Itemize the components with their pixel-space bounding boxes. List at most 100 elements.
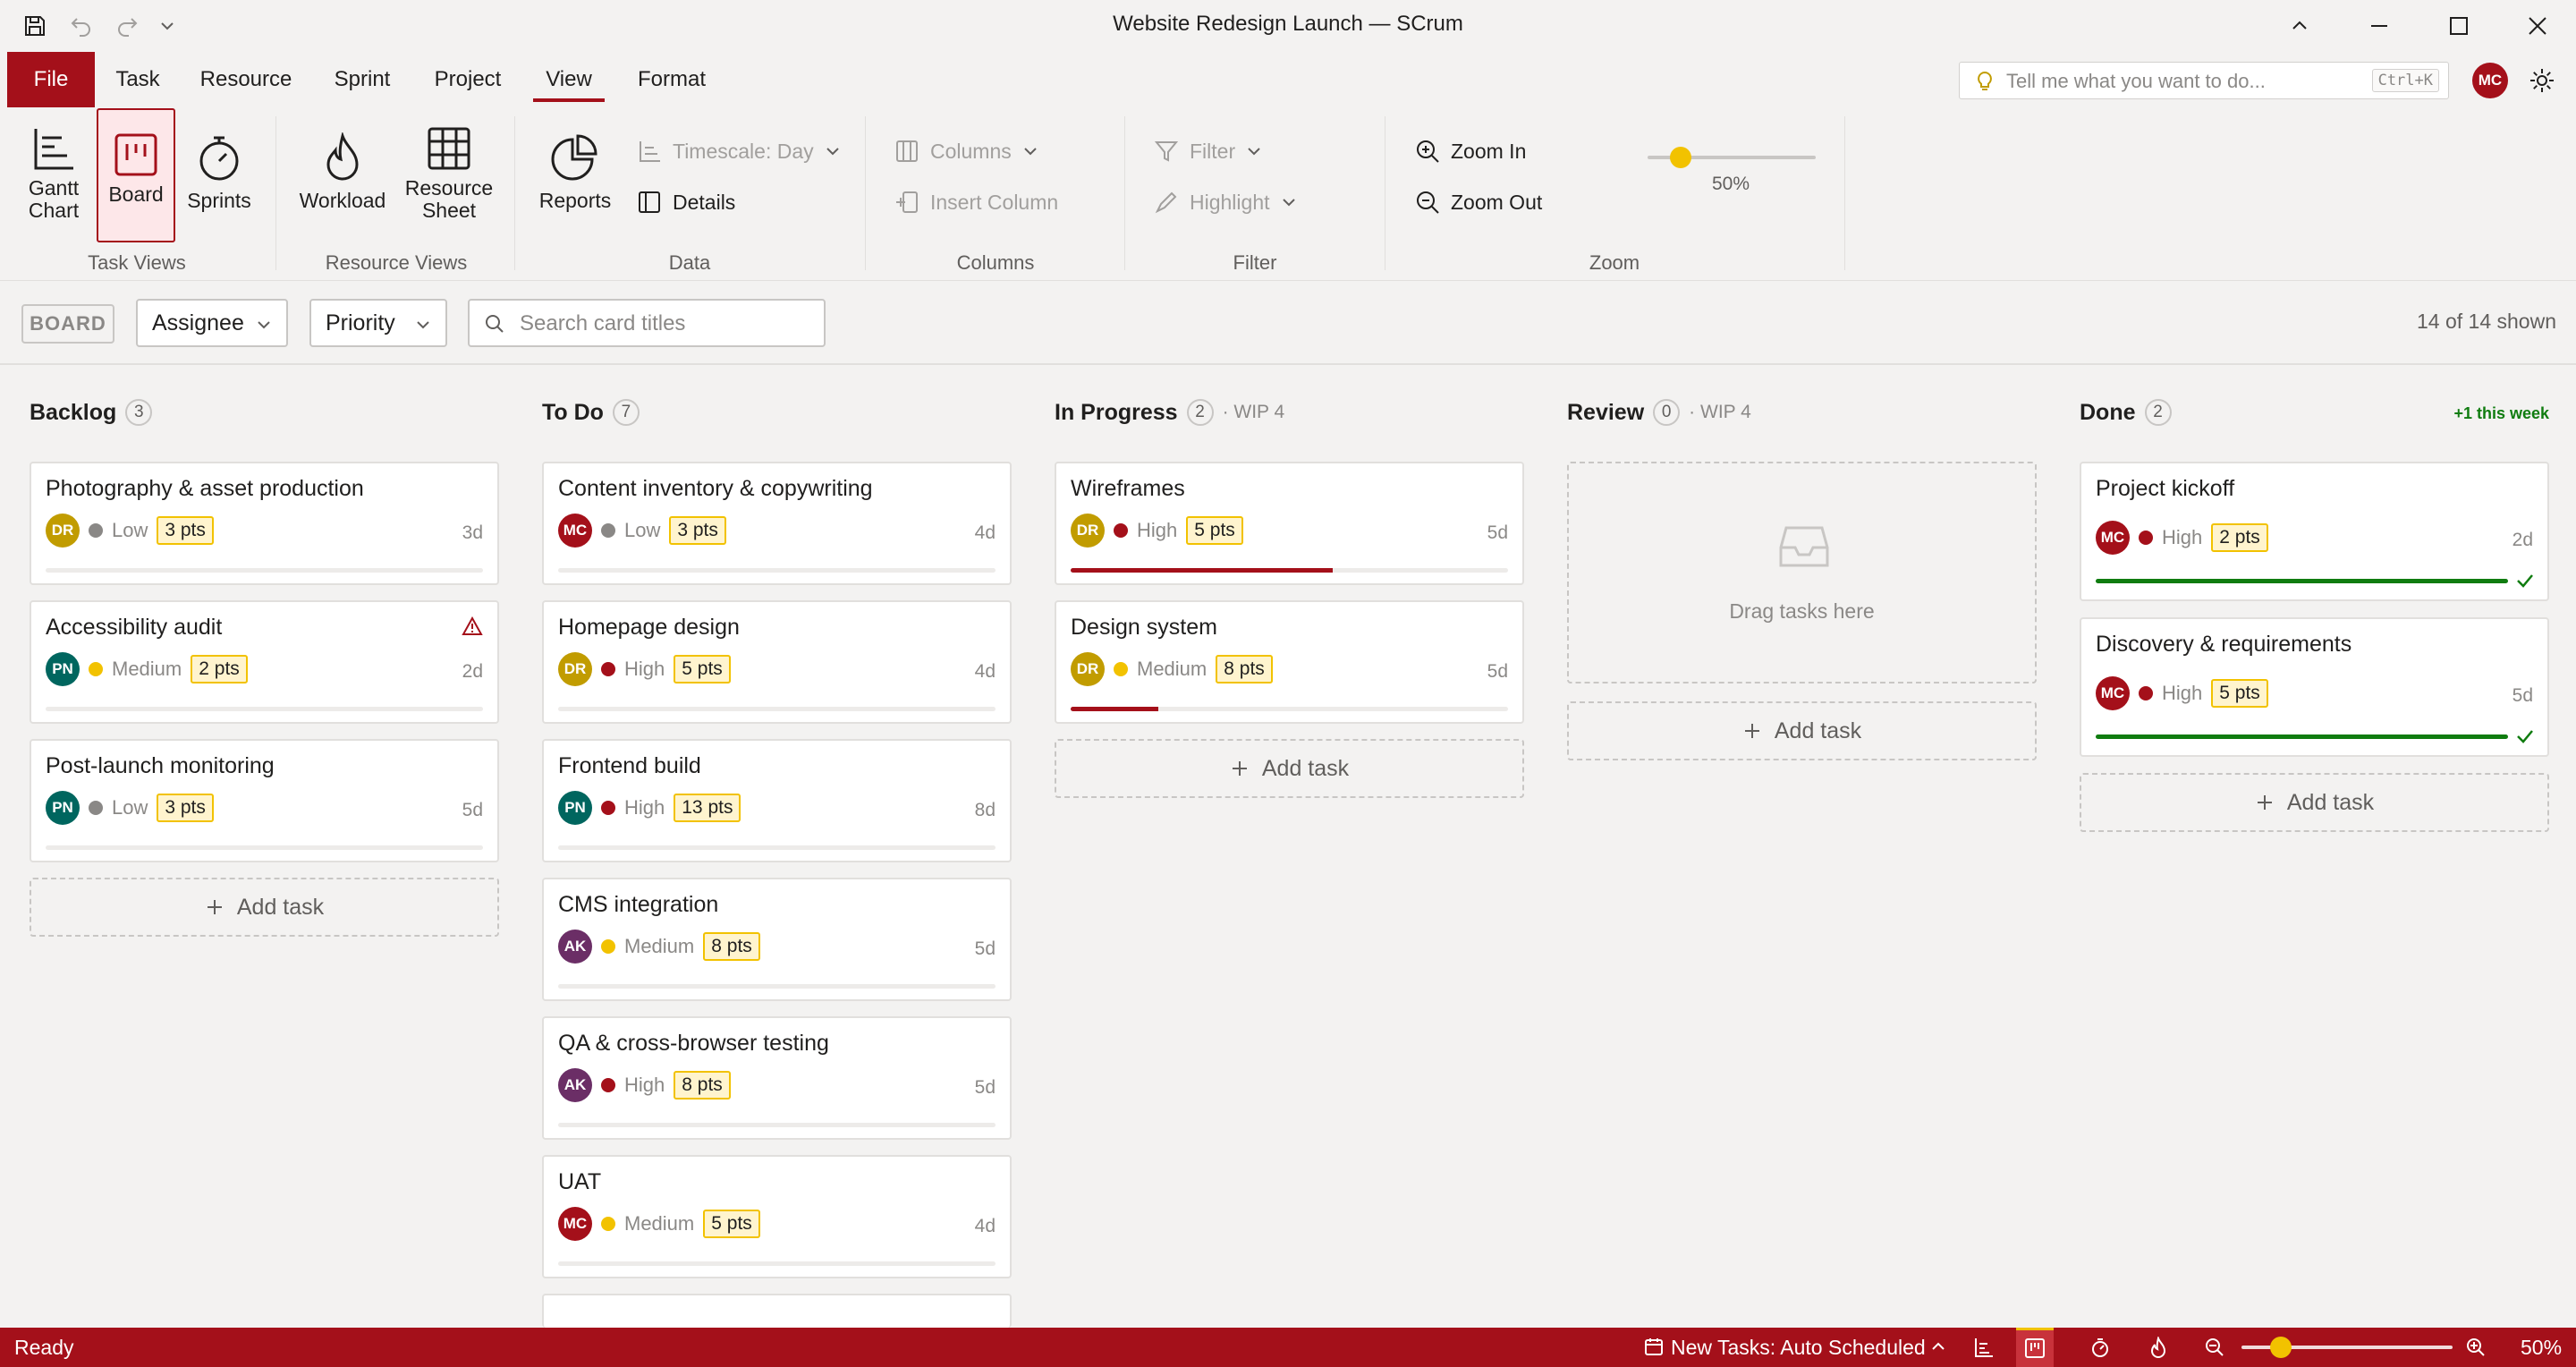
column-count-badge: 3: [125, 399, 153, 426]
columns-group-label: Columns: [956, 251, 1035, 274]
sprints-button[interactable]: Sprints: [179, 132, 259, 212]
task-card[interactable]: UAT MC Medium 5 pts 4d: [542, 1155, 1012, 1278]
board-view-status-button[interactable]: [2016, 1328, 2054, 1367]
task-card[interactable]: Post-launch monitoring PN Low 3 pts 5d: [30, 739, 499, 862]
details-button[interactable]: Details: [637, 190, 735, 215]
chevron-up-icon[interactable]: [1930, 1338, 1946, 1354]
data-group-label: Data: [668, 251, 711, 274]
priority-dot: [89, 662, 103, 676]
task-card[interactable]: QA & cross-browser testing AK High 8 pts 5d: [542, 1016, 1012, 1140]
reports-button[interactable]: Reports: [531, 132, 619, 212]
scheduling-mode[interactable]: New Tasks: Auto Scheduled: [1671, 1336, 1926, 1360]
status-ready: Ready: [14, 1336, 74, 1359]
task-card[interactable]: CMS integration AK Medium 8 pts 5d: [542, 878, 1012, 1001]
tab-sprint[interactable]: Sprint: [322, 52, 402, 107]
resource-sheet-button[interactable]: Resource Sheet: [399, 125, 499, 222]
gantt-view-icon[interactable]: [1973, 1337, 1995, 1358]
story-points-badge: 5 pts: [674, 655, 731, 684]
assignee-dropdown[interactable]: Assignee: [136, 299, 288, 347]
gantt-chart-button[interactable]: Gantt Chart: [13, 125, 95, 222]
priority-label: Medium: [1137, 658, 1208, 680]
tab-resource[interactable]: Resource: [188, 52, 304, 107]
timescale-dropdown[interactable]: Timescale: Day: [637, 139, 841, 164]
task-card[interactable]: Accessibility audit PN Medium 2 pts 2d: [30, 600, 499, 724]
add-task-button[interactable]: Add task: [2080, 773, 2549, 832]
add-task-button[interactable]: Add task: [30, 878, 499, 937]
priority-dot: [601, 1217, 615, 1231]
maximize-icon[interactable]: [2444, 11, 2474, 41]
zoom-group-label: Zoom: [1589, 251, 1640, 274]
priority-dot: [1114, 523, 1128, 538]
drop-zone[interactable]: Drag tasks here: [1567, 462, 2037, 684]
zoom-out-button[interactable]: Zoom Out: [1415, 190, 1542, 215]
sprints-view-icon[interactable]: [2089, 1337, 2111, 1358]
assignee-avatar: AK: [558, 930, 592, 964]
calendar-icon: [1644, 1337, 1664, 1356]
duration-label: 3d: [462, 522, 483, 543]
task-card[interactable]: Homepage design DR High 5 pts 4d: [542, 600, 1012, 724]
status-zoom-thumb[interactable]: [2270, 1337, 2292, 1358]
card-meta-row: MC High 5 pts: [2096, 676, 2268, 710]
chevron-down-icon: [825, 143, 841, 159]
tab-view[interactable]: View: [528, 52, 610, 107]
tab-project[interactable]: Project: [420, 52, 515, 107]
task-card[interactable]: Design system DR Medium 8 pts 5d: [1055, 600, 1524, 724]
add-task-label: Add task: [1261, 755, 1350, 781]
assignee-avatar: PN: [46, 652, 80, 686]
card-meta-row: MC High 2 pts: [2096, 521, 2268, 555]
priority-label: Low: [624, 519, 661, 541]
task-card[interactable]: Photography & asset production DR Low 3 pts…: [30, 462, 499, 585]
board-label: Board: [108, 183, 164, 206]
workload-view-icon[interactable]: [2148, 1337, 2168, 1358]
columns-dropdown[interactable]: Columns: [894, 139, 1038, 164]
add-task-button[interactable]: Add task: [1055, 739, 1524, 798]
priority-dot: [2139, 531, 2153, 545]
task-views-group-label: Task Views: [88, 251, 186, 274]
details-label: Details: [673, 190, 736, 214]
zoom-out-icon: [1415, 190, 1440, 215]
highlight-dropdown[interactable]: Highlight: [1154, 190, 1297, 215]
minimize-icon[interactable]: [2364, 11, 2394, 41]
story-points-badge: 5 pts: [1186, 516, 1243, 545]
column-count-badge: 7: [612, 399, 640, 426]
insert-column-button[interactable]: Insert Column: [894, 190, 1058, 215]
zoom-slider[interactable]: [1648, 147, 1816, 168]
task-card[interactable]: Project kickoff MC High 2 pts 2d: [2080, 462, 2549, 601]
close-icon[interactable]: [2522, 11, 2553, 41]
task-card[interactable]: Discovery & requirements MC High 5 pts 5d: [2080, 617, 2549, 757]
priority-label: Medium: [624, 1212, 695, 1235]
task-card[interactable]: Frontend build PN High 13 pts 8d: [542, 739, 1012, 862]
filter-dropdown[interactable]: Filter: [1154, 139, 1262, 164]
task-card-peek: [542, 1294, 1012, 1328]
add-task-button[interactable]: Add task: [1567, 701, 2037, 760]
column-title: In Progress: [1055, 399, 1178, 425]
board-button[interactable]: Board: [97, 108, 175, 242]
ribbon-separator: [1844, 116, 1845, 270]
tab-file[interactable]: File: [7, 52, 95, 107]
search-cards-input[interactable]: Search card titles: [468, 299, 826, 347]
status-zoom-slider[interactable]: [2241, 1337, 2453, 1358]
card-meta-row: MC Medium 5 pts: [558, 1207, 760, 1241]
duration-label: 5d: [462, 800, 483, 820]
tab-format[interactable]: Format: [626, 52, 717, 107]
tell-me-search[interactable]: Tell me what you want to do... Ctrl+K: [1959, 62, 2449, 99]
tab-task[interactable]: Task: [106, 52, 170, 107]
story-points-badge: 5 pts: [703, 1210, 760, 1238]
ribbon-collapse-icon[interactable]: [2284, 11, 2315, 41]
zoom-in-status-icon[interactable]: [2465, 1337, 2487, 1358]
assignee-avatar: DR: [558, 652, 592, 686]
settings-gear-icon[interactable]: [2528, 66, 2556, 95]
zoom-out-status-icon[interactable]: [2204, 1337, 2225, 1358]
task-card[interactable]: Wireframes DR High 5 pts 5d: [1055, 462, 1524, 585]
timescale-label: Timescale: Day: [673, 139, 814, 163]
priority-dot: [601, 662, 615, 676]
zoom-slider-thumb[interactable]: [1670, 147, 1691, 168]
insert-column-label: Insert Column: [930, 190, 1059, 214]
priority-dropdown[interactable]: Priority: [309, 299, 447, 347]
ribbon-separator: [1124, 116, 1125, 270]
task-card[interactable]: Content inventory & copywriting MC Low 3 pt…: [542, 462, 1012, 585]
progress-bar: [2096, 734, 2508, 739]
user-avatar[interactable]: MC: [2472, 63, 2508, 98]
workload-button[interactable]: Workload: [295, 132, 390, 212]
zoom-in-button[interactable]: Zoom In: [1415, 139, 1526, 164]
